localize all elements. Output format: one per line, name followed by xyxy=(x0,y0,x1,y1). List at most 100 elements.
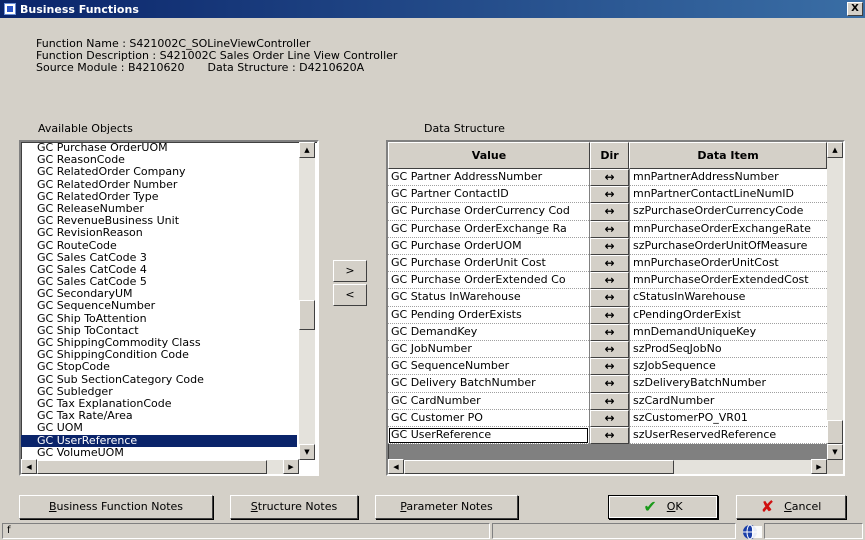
ok-button[interactable]: ✔ OK xyxy=(608,495,718,519)
grid-scroll-thumb[interactable] xyxy=(827,420,843,444)
scroll-left-arrow-icon[interactable]: ◀ xyxy=(21,459,37,474)
close-button[interactable]: X xyxy=(847,2,863,16)
value-cell[interactable]: GC Delivery BatchNumber xyxy=(388,375,589,393)
scroll-right-arrow-icon[interactable]: ▶ xyxy=(283,459,299,474)
grid-row[interactable]: GC Status InWarehouse ↔ cStatusInWarehouse xyxy=(388,289,827,307)
column-header-dir[interactable]: Dir xyxy=(590,142,629,169)
grid-row[interactable]: GC JobNumber ↔ szProdSeqJobNo xyxy=(388,341,827,359)
list-hscroll-thumb[interactable] xyxy=(37,460,267,474)
list-horizontal-scrollbar[interactable]: ◀ ▶ xyxy=(21,459,299,474)
value-cell[interactable]: GC Partner AddressNumber xyxy=(388,169,589,187)
direction-arrows-icon[interactable]: ↔ xyxy=(590,341,629,359)
data-item-cell[interactable]: mnDemandUniqueKey xyxy=(630,323,827,341)
grid-horizontal-scrollbar[interactable]: ◀ ▶ xyxy=(388,459,827,474)
value-cell[interactable]: GC Purchase OrderCurrency Cod xyxy=(388,203,589,221)
data-item-cell[interactable]: szCustomerPO_VR01 xyxy=(630,409,827,427)
data-item-cell[interactable]: mnPartnerContactLineNumID xyxy=(630,186,827,204)
list-item[interactable]: GC Ship ToAttention xyxy=(21,312,297,325)
value-cell[interactable]: GC Partner ContactID xyxy=(388,186,589,204)
data-item-cell[interactable]: szPurchaseOrderUnitOfMeasure xyxy=(630,237,827,255)
data-structure-grid[interactable]: Value Dir Data Item GC Partner AddressNu… xyxy=(386,140,845,476)
direction-arrows-icon[interactable]: ↔ xyxy=(590,427,629,445)
value-cell[interactable]: GC Purchase OrderExchange Ra xyxy=(388,220,589,238)
available-objects-list[interactable]: GC Purchase OrderUOM GC ReasonCode GC Rela… xyxy=(19,140,319,476)
grid-row[interactable]: GC Customer PO ↔ szCustomerPO_VR01 xyxy=(388,409,827,427)
direction-arrows-icon[interactable]: ↔ xyxy=(590,186,629,204)
value-cell[interactable]: GC SequenceNumber xyxy=(388,358,589,376)
data-item-cell[interactable]: szDeliveryBatchNumber xyxy=(630,375,827,393)
scroll-up-arrow-icon[interactable]: ▲ xyxy=(299,142,315,158)
grid-vertical-scrollbar[interactable]: ▲ ▼ xyxy=(827,142,843,460)
grid-row[interactable]: GC Purchase OrderUOM ↔ szPurchaseOrderUnit… xyxy=(388,237,827,255)
value-cell[interactable]: GC Purchase OrderExtended Co xyxy=(388,272,589,290)
value-cell[interactable]: GC Purchase OrderUnit Cost xyxy=(388,255,589,273)
list-scroll-thumb[interactable] xyxy=(299,300,315,330)
cancel-button[interactable]: ✘ Cancel xyxy=(736,495,846,519)
list-item[interactable]: GC UserReference xyxy=(21,434,297,447)
data-item-cell[interactable]: szCardNumber xyxy=(630,392,827,410)
list-item[interactable]: GC SequenceNumber xyxy=(21,300,297,312)
value-cell[interactable]: GC DemandKey xyxy=(388,323,589,341)
list-item[interactable]: GC RelatedOrder Number xyxy=(21,178,297,191)
data-item-cell[interactable]: mnPurchaseOrderExchangeRate xyxy=(630,220,827,238)
grid-row[interactable]: GC Purchase OrderExtended Co ↔ mnPurchaseO… xyxy=(388,272,827,290)
data-item-cell[interactable]: mnPurchaseOrderExtendedCost xyxy=(630,272,827,290)
grid-row[interactable]: GC UserReference ↔ szUserReservedReference xyxy=(388,427,827,445)
direction-arrows-icon[interactable]: ↔ xyxy=(590,169,629,187)
value-cell[interactable]: GC Purchase OrderUOM xyxy=(388,237,589,255)
direction-arrows-icon[interactable]: ↔ xyxy=(590,409,629,427)
direction-arrows-icon[interactable]: ↔ xyxy=(590,375,629,393)
direction-arrows-icon[interactable]: ↔ xyxy=(590,289,629,307)
scroll-down-arrow-icon[interactable]: ▼ xyxy=(299,444,315,460)
list-item[interactable]: GC RevisionReason xyxy=(21,227,297,239)
grid-row[interactable]: GC Delivery BatchNumber ↔ szDeliveryBatchN… xyxy=(388,375,827,393)
grid-row[interactable]: GC Purchase OrderUnit Cost ↔ mnPurchaseOrd… xyxy=(388,255,827,273)
grid-scroll-down-arrow-icon[interactable]: ▼ xyxy=(827,444,843,460)
data-item-cell[interactable]: mnPurchaseOrderUnitCost xyxy=(630,255,827,273)
parameter-notes-button[interactable]: Parameter Notes xyxy=(375,495,518,519)
direction-arrows-icon[interactable]: ↔ xyxy=(590,306,629,324)
direction-arrows-icon[interactable]: ↔ xyxy=(590,237,629,255)
grid-row[interactable]: GC SequenceNumber ↔ szJobSequence xyxy=(388,358,827,376)
value-cell[interactable]: GC Pending OrderExists xyxy=(388,306,589,324)
data-item-cell[interactable]: szProdSeqJobNo xyxy=(630,341,827,359)
direction-arrows-icon[interactable]: ↔ xyxy=(590,323,629,341)
grid-scroll-left-arrow-icon[interactable]: ◀ xyxy=(388,459,404,474)
value-cell[interactable]: GC Status InWarehouse xyxy=(388,289,589,307)
direction-arrows-icon[interactable]: ↔ xyxy=(590,255,629,273)
list-item[interactable]: GC UOM xyxy=(21,422,297,434)
list-item[interactable]: GC Sub SectionCategory Code xyxy=(21,373,297,386)
value-cell[interactable]: GC UserReference xyxy=(388,427,589,445)
grid-row[interactable]: GC CardNumber ↔ szCardNumber xyxy=(388,392,827,410)
list-vertical-scrollbar[interactable]: ▲ ▼ xyxy=(299,142,315,460)
list-item[interactable]: GC StopCode xyxy=(21,361,297,373)
direction-arrows-icon[interactable]: ↔ xyxy=(590,220,629,238)
grid-row[interactable]: GC Pending OrderExists ↔ cPendingOrderExis… xyxy=(388,306,827,324)
remove-from-structure-button[interactable]: < xyxy=(333,284,367,306)
data-item-cell[interactable]: szUserReservedReference xyxy=(630,427,827,445)
column-header-value[interactable]: Value xyxy=(388,142,590,169)
value-cell[interactable]: GC JobNumber xyxy=(388,341,589,359)
data-item-cell[interactable]: cStatusInWarehouse xyxy=(630,289,827,307)
data-item-cell[interactable]: cPendingOrderExist xyxy=(630,306,827,324)
business-function-notes-button[interactable]: Business Function Notes xyxy=(19,495,213,519)
data-item-cell[interactable]: szJobSequence xyxy=(630,358,827,376)
grid-row[interactable]: GC DemandKey ↔ mnDemandUniqueKey xyxy=(388,323,827,341)
grid-scroll-right-arrow-icon[interactable]: ▶ xyxy=(811,459,827,474)
direction-arrows-icon[interactable]: ↔ xyxy=(590,358,629,376)
column-header-data-item[interactable]: Data Item xyxy=(629,142,827,169)
direction-arrows-icon[interactable]: ↔ xyxy=(590,392,629,410)
direction-arrows-icon[interactable]: ↔ xyxy=(590,203,629,221)
grid-row[interactable]: GC Purchase OrderCurrency Cod ↔ szPurchase… xyxy=(388,203,827,221)
list-item[interactable]: GC VolumeUOM xyxy=(21,446,297,459)
grid-row[interactable]: GC Partner AddressNumber ↔ mnPartnerAddres… xyxy=(388,169,827,187)
value-cell[interactable]: GC CardNumber xyxy=(388,392,589,410)
data-item-cell[interactable]: szPurchaseOrderCurrencyCode xyxy=(630,203,827,221)
data-item-cell[interactable]: mnPartnerAddressNumber xyxy=(630,169,827,187)
direction-arrows-icon[interactable]: ↔ xyxy=(590,272,629,290)
grid-row[interactable]: GC Partner ContactID ↔ mnPartnerContactLin… xyxy=(388,186,827,204)
structure-notes-button[interactable]: Structure Notes xyxy=(230,495,358,519)
list-item[interactable]: GC RelatedOrder Company xyxy=(21,166,297,178)
list-item[interactable]: GC RouteCode xyxy=(21,239,297,252)
grid-hscroll-thumb[interactable] xyxy=(404,460,674,474)
